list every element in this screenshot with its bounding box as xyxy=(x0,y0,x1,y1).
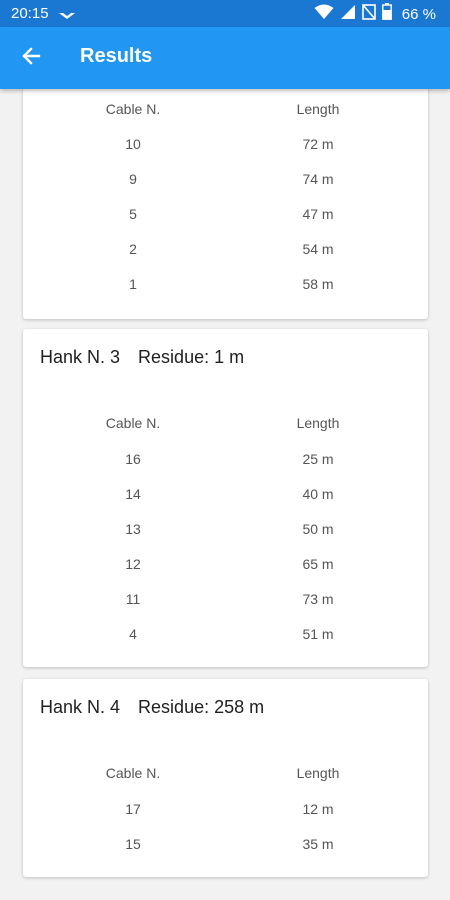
cable-length: 50 m xyxy=(302,521,334,537)
residue-label: Residue: 258 m xyxy=(138,697,265,717)
column-header-length: Length xyxy=(296,101,340,117)
signal-icon xyxy=(340,4,356,25)
status-icons: 66 % xyxy=(314,3,436,25)
wifi-icon xyxy=(314,4,334,25)
battery-icon xyxy=(381,3,392,25)
cable-number: 17 xyxy=(125,801,141,817)
card-title: Hank N. 3 Residue: 1 m xyxy=(40,347,244,368)
hank-card: Cable N. Length 10 72 m 9 74 m 5 47 m 2 … xyxy=(23,89,428,319)
cable-number: 15 xyxy=(125,836,141,852)
no-sim-icon xyxy=(361,3,376,25)
hank-title: Hank N. 4 xyxy=(40,697,121,717)
card-title: Hank N. 4 Residue: 258 m xyxy=(40,697,264,718)
cable-length: 72 m xyxy=(302,136,334,152)
hank-card: Hank N. 3 Residue: 1 m Cable N. Length 16… xyxy=(23,329,428,667)
cable-length: 73 m xyxy=(302,591,334,607)
cable-number: 13 xyxy=(125,521,141,537)
cable-length: 25 m xyxy=(302,451,334,467)
column-header-length: Length xyxy=(296,415,340,431)
battery-percent: 66 % xyxy=(401,5,436,23)
notification-icon xyxy=(58,8,76,26)
column-header-cable: Cable N. xyxy=(105,415,161,431)
hank-card: Hank N. 4 Residue: 258 m Cable N. Length … xyxy=(23,679,428,877)
cable-number: 11 xyxy=(125,591,141,607)
cable-number: 4 xyxy=(129,626,137,642)
status-time: 20:15 xyxy=(11,5,49,22)
cable-length: 65 m xyxy=(302,556,334,572)
cable-number: 2 xyxy=(129,241,137,257)
cable-length: 47 m xyxy=(302,206,334,222)
results-list[interactable]: Cable N. Length 10 72 m 9 74 m 5 47 m 2 … xyxy=(0,89,450,900)
page-title: Results xyxy=(80,45,153,67)
column-header-length: Length xyxy=(296,765,340,781)
cable-number: 16 xyxy=(125,451,141,467)
cable-length: 58 m xyxy=(302,276,334,292)
cable-length: 40 m xyxy=(302,486,334,502)
back-button[interactable] xyxy=(12,39,50,77)
residue-label: Residue: 1 m xyxy=(138,347,245,367)
app-bar: Results xyxy=(0,27,450,89)
cable-number: 14 xyxy=(125,486,141,502)
cable-length: 12 m xyxy=(302,801,334,817)
cable-length: 51 m xyxy=(302,626,334,642)
cable-number: 9 xyxy=(129,171,137,187)
hank-title: Hank N. 3 xyxy=(40,347,121,367)
status-bar: 20:15 66 % xyxy=(0,0,450,27)
cable-number: 1 xyxy=(129,276,137,292)
cable-number: 12 xyxy=(125,556,141,572)
cable-length: 35 m xyxy=(302,836,334,852)
column-header-cable: Cable N. xyxy=(105,101,161,117)
cable-number: 5 xyxy=(129,206,137,222)
arrow-back-icon xyxy=(21,46,41,71)
cable-length: 54 m xyxy=(302,241,334,257)
cable-length: 74 m xyxy=(302,171,334,187)
cable-number: 10 xyxy=(125,136,141,152)
column-header-cable: Cable N. xyxy=(105,765,161,781)
